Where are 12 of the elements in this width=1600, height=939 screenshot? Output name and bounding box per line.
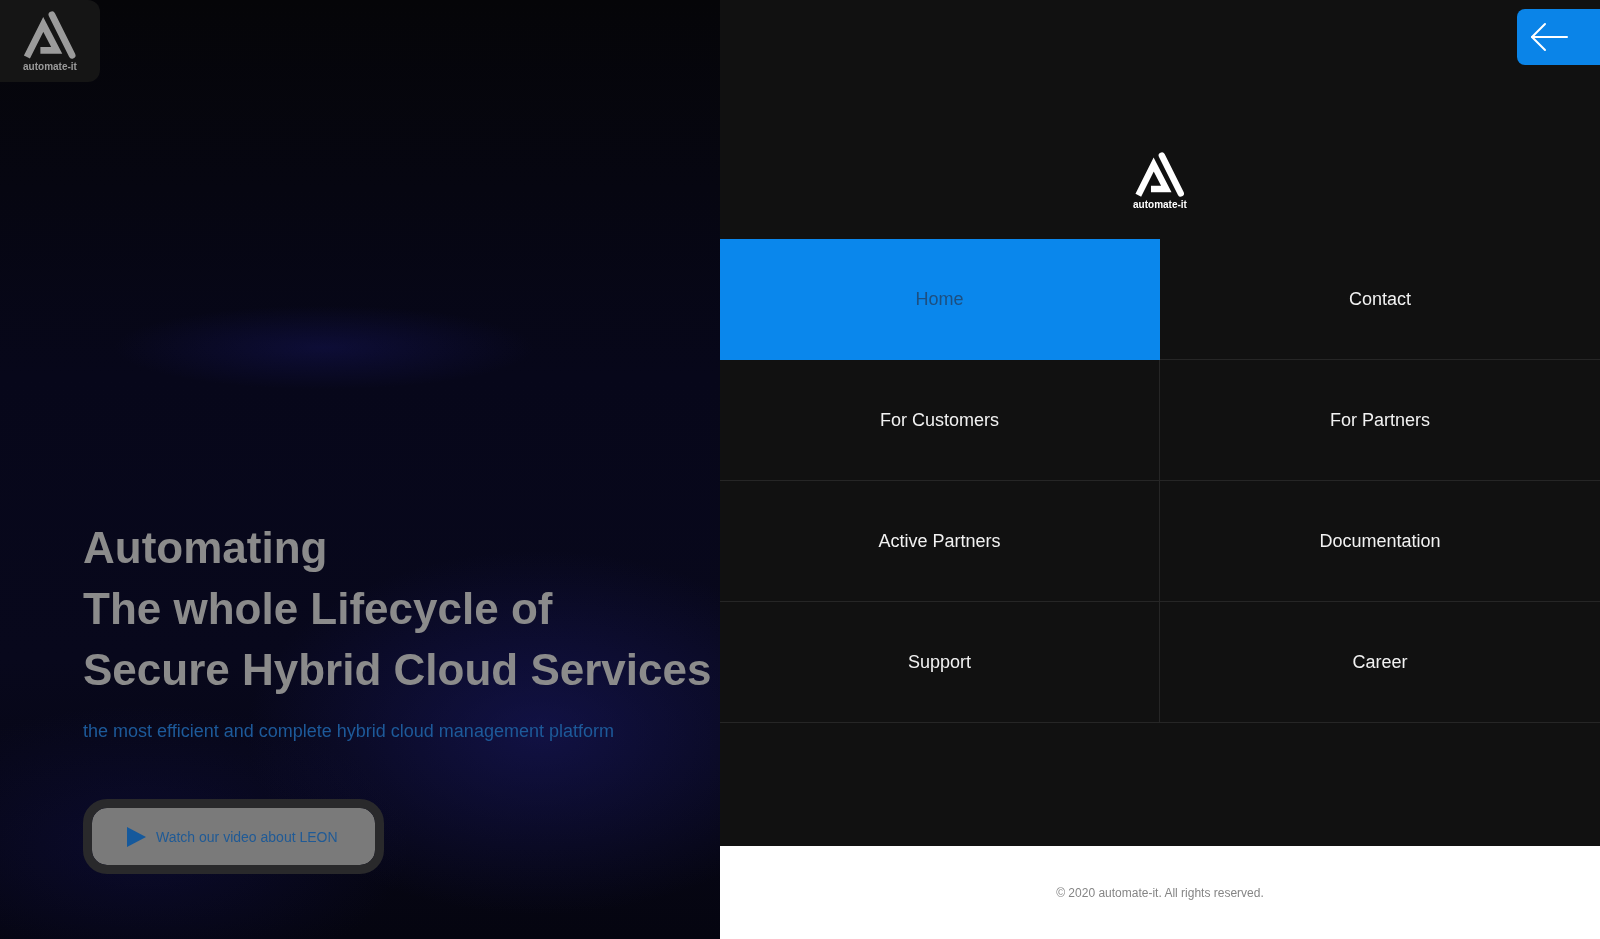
logo-icon — [1133, 151, 1187, 198]
menu-item[interactable]: Active Partners — [720, 481, 1160, 602]
menu-item[interactable]: For Customers — [720, 360, 1160, 481]
back-button[interactable] — [1517, 9, 1600, 65]
hero-subtitle: the most efficient and complete hybrid cloud management platform — [83, 720, 614, 742]
logo-icon — [23, 10, 77, 60]
copyright-text: © 2020 automate-it. All rights reserved. — [1056, 885, 1264, 900]
logo-link[interactable]: automate-it — [1129, 151, 1191, 210]
play-icon — [127, 826, 146, 847]
logo-link[interactable]: automate-it — [0, 0, 100, 82]
hero-title: Automating The whole Lifecycle of Secure Hybrid Cloud Services — [83, 522, 712, 696]
menu-item[interactable]: Support — [720, 602, 1160, 723]
